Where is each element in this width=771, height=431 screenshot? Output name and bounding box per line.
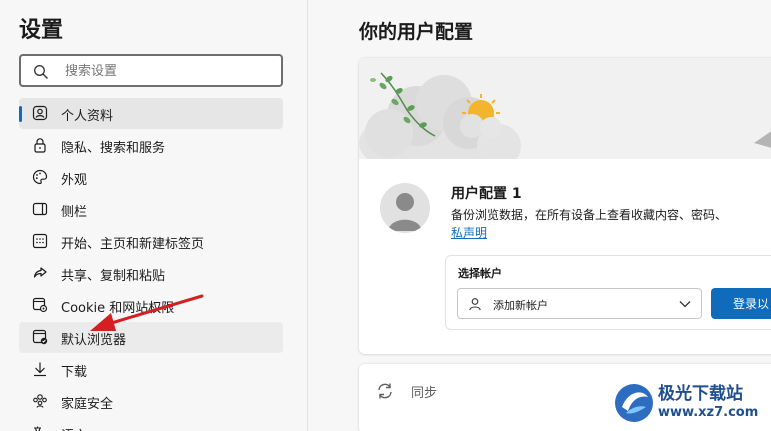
sidebar-item-default-browser[interactable]: 默认浏览器 [19, 322, 283, 353]
account-chooser: 选择帐户 添加新帐户 登录以 [445, 255, 771, 330]
account-select-value: 添加新帐户 [493, 299, 548, 312]
sign-in-button[interactable]: 登录以 [711, 288, 771, 319]
account-label: 选择帐户 [458, 267, 502, 280]
avatar[interactable] [380, 183, 430, 233]
sidebar-item-label: 默认浏览器 [61, 333, 127, 348]
default-browser-icon [32, 329, 48, 345]
account-select[interactable]: 添加新帐户 [457, 288, 702, 319]
home-grid-icon [32, 233, 48, 249]
main-content: 你的用户配置 用户配置 1 备份浏览数据，在所有设备上查看收藏内容、密码、 私声… [309, 0, 771, 431]
sync-icon [378, 383, 392, 399]
watermark-url: www.xz7.com [658, 405, 759, 420]
sidebar-item-label: 外观 [61, 173, 88, 188]
sidebar-item-share-copy[interactable]: 共享、复制和粘贴 [19, 258, 283, 289]
sidebar-item-label: 隐私、搜索和服务 [61, 141, 166, 156]
language-icon [34, 426, 41, 431]
sidebar-item-sidebar[interactable]: 侧栏 [19, 194, 283, 225]
palette-icon [32, 169, 48, 185]
active-indicator [19, 106, 22, 122]
watermark-logo-icon [615, 384, 653, 422]
lock-icon [34, 138, 46, 153]
download-icon [34, 362, 46, 377]
settings-title: 设置 [19, 18, 64, 43]
profile-icon [32, 105, 48, 121]
sidebar-item-privacy[interactable]: 隐私、搜索和服务 [19, 130, 283, 161]
person-icon [469, 298, 481, 311]
sidebar-item-family-safety[interactable]: 家庭安全 [19, 386, 283, 417]
profile-card: 用户配置 1 备份浏览数据，在所有设备上查看收藏内容、密码、 私声明 选择帐户 … [359, 58, 771, 354]
settings-sidebar: 设置 个人资料 隐私、搜索和服务 外观 [0, 0, 308, 431]
sidebar-icon [32, 202, 48, 216]
sidebar-item-cookies[interactable]: Cookie 和网站权限 [19, 290, 283, 321]
sidebar-item-label: Cookie 和网站权限 [61, 301, 175, 316]
sidebar-item-start-home[interactable]: 开始、主页和新建标签页 [19, 226, 283, 257]
watermark-name: 极光下载站 [658, 384, 743, 404]
family-icon [33, 394, 47, 408]
watermark: 极光下载站 www.xz7.com [612, 377, 771, 429]
sidebar-item-label: 侧栏 [61, 205, 88, 220]
search-icon [34, 65, 48, 79]
search-box[interactable] [19, 54, 283, 87]
sidebar-item-label: 下载 [61, 365, 88, 380]
sidebar-item-label: 家庭安全 [61, 397, 114, 412]
page-title: 你的用户配置 [359, 21, 474, 43]
profile-name: 用户配置 1 [451, 186, 522, 202]
sidebar-item-language[interactable]: 语言 [19, 418, 283, 431]
person-icon [388, 193, 422, 231]
sidebar-item-label: 个人资料 [61, 109, 114, 124]
search-input[interactable] [65, 61, 275, 81]
sidebar-item-downloads[interactable]: 下载 [19, 354, 283, 385]
profile-description: 备份浏览数据，在所有设备上查看收藏内容、密码、 [451, 208, 728, 222]
profile-banner-illustration [359, 58, 771, 159]
sidebar-item-label: 开始、主页和新建标签页 [61, 237, 205, 252]
share-icon [33, 267, 47, 278]
chevron-down-icon [679, 301, 691, 308]
privacy-statement-link[interactable]: 私声明 [451, 224, 487, 241]
sidebar-item-label: 共享、复制和粘贴 [61, 269, 166, 284]
sidebar-item-label: 语言 [61, 425, 87, 431]
cookie-settings-icon [32, 297, 48, 313]
sidebar-item-appearance[interactable]: 外观 [19, 162, 283, 193]
sync-label: 同步 [411, 386, 438, 401]
sidebar-item-profile[interactable]: 个人资料 [19, 98, 283, 129]
